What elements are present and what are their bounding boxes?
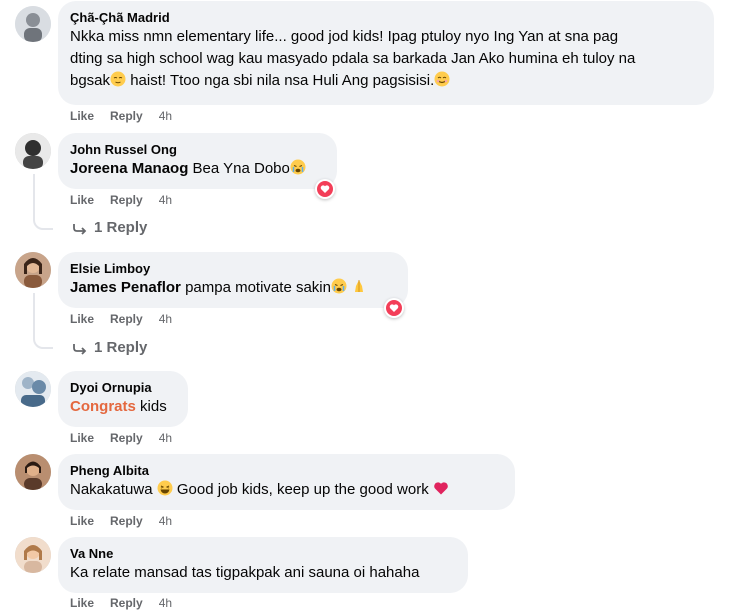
comment-author[interactable]: Va Nne bbox=[70, 545, 456, 562]
comment-author[interactable]: Elsie Limboy bbox=[70, 260, 396, 277]
timestamp[interactable]: 4h bbox=[159, 596, 172, 610]
folded-hands-emoji-icon bbox=[355, 280, 364, 292]
like-button[interactable]: Like bbox=[70, 109, 94, 123]
crying-face-emoji-icon bbox=[331, 278, 347, 294]
avatar[interactable] bbox=[15, 133, 51, 169]
timestamp[interactable]: 4h bbox=[159, 514, 172, 528]
timestamp[interactable]: 4h bbox=[159, 431, 172, 445]
reply-button[interactable]: Reply bbox=[110, 431, 143, 445]
crying-face-emoji-icon bbox=[290, 159, 306, 175]
comment-actions: Like Reply 4h bbox=[70, 312, 172, 326]
comment-text: Ka relate mansad tas tigpakpak ani sauna… bbox=[70, 564, 420, 581]
like-button[interactable]: Like bbox=[70, 312, 94, 326]
mention-link[interactable]: Joreena Manaog bbox=[70, 160, 188, 177]
comment-author[interactable]: John Russel Ong bbox=[70, 141, 325, 158]
heart-icon bbox=[317, 181, 333, 197]
comment-bubble: Çhã-Çhã Madrid Nkka miss nmn elementary … bbox=[58, 1, 714, 105]
heart-reaction[interactable] bbox=[315, 179, 335, 199]
comment-text: James Penaflor pampa motivate sakin bbox=[70, 277, 396, 299]
comment-actions: Like Reply 4h bbox=[70, 193, 172, 207]
timestamp[interactable]: 4h bbox=[159, 193, 172, 207]
reply-button[interactable]: Reply bbox=[110, 312, 143, 326]
comment-actions: Like Reply 4h bbox=[70, 596, 172, 610]
smiling-face-emoji-icon bbox=[434, 71, 450, 87]
view-replies-link[interactable]: 1 Reply bbox=[72, 339, 147, 356]
comment-author[interactable]: Çhã-Çhã Madrid bbox=[70, 9, 702, 26]
timestamp[interactable]: 4h bbox=[159, 312, 172, 326]
comment-bubble: Elsie Limboy James Penaflor pampa motiva… bbox=[58, 252, 408, 308]
reply-button[interactable]: Reply bbox=[110, 514, 143, 528]
timestamp[interactable]: 4h bbox=[159, 109, 172, 123]
comment-actions: Like Reply 4h bbox=[70, 431, 172, 445]
like-button[interactable]: Like bbox=[70, 431, 94, 445]
reply-arrow-icon bbox=[73, 223, 87, 235]
reply-arrow-icon bbox=[73, 343, 87, 355]
like-button[interactable]: Like bbox=[70, 596, 94, 610]
avatar[interactable] bbox=[15, 371, 51, 407]
avatar[interactable] bbox=[15, 252, 51, 288]
reply-button[interactable]: Reply bbox=[110, 596, 143, 610]
comment-text: Nakakatuwa Good job kids, keep up the go… bbox=[70, 479, 503, 501]
heart-icon bbox=[386, 300, 402, 316]
comment-bubble: Va Nne Ka relate mansad tas tigpakpak an… bbox=[58, 537, 468, 593]
thread-line bbox=[33, 174, 53, 230]
like-button[interactable]: Like bbox=[70, 514, 94, 528]
view-replies-link[interactable]: 1 Reply bbox=[72, 219, 147, 236]
avatar[interactable] bbox=[15, 454, 51, 490]
avatar[interactable] bbox=[15, 6, 51, 42]
avatar[interactable] bbox=[15, 537, 51, 573]
comment-author[interactable]: Pheng Albita bbox=[70, 462, 503, 479]
comment-text: Nkka miss nmn elementary life... good jo… bbox=[70, 28, 636, 89]
congrats-tag[interactable]: Congrats bbox=[70, 398, 136, 415]
comment-bubble: Dyoi Ornupia Congrats kids bbox=[58, 371, 188, 427]
heart-reaction[interactable] bbox=[384, 298, 404, 318]
thread-line bbox=[33, 293, 53, 349]
comment-bubble: Pheng Albita Nakakatuwa Good job kids, k… bbox=[58, 454, 515, 510]
laughing-face-emoji-icon bbox=[157, 480, 173, 496]
comment-text: Joreena Manaog Bea Yna Dobo bbox=[70, 158, 325, 180]
comment-actions: Like Reply 4h bbox=[70, 109, 172, 123]
like-button[interactable]: Like bbox=[70, 193, 94, 207]
reply-button[interactable]: Reply bbox=[110, 193, 143, 207]
relieved-face-emoji-icon bbox=[110, 71, 126, 87]
comment-author[interactable]: Dyoi Ornupia bbox=[70, 379, 176, 396]
mention-link[interactable]: James Penaflor bbox=[70, 279, 181, 296]
reply-button[interactable]: Reply bbox=[110, 109, 143, 123]
comment-actions: Like Reply 4h bbox=[70, 514, 172, 528]
comment-text: Congrats kids bbox=[70, 398, 167, 415]
comment-bubble: John Russel Ong Joreena Manaog Bea Yna D… bbox=[58, 133, 337, 189]
red-heart-emoji-icon bbox=[434, 482, 448, 495]
